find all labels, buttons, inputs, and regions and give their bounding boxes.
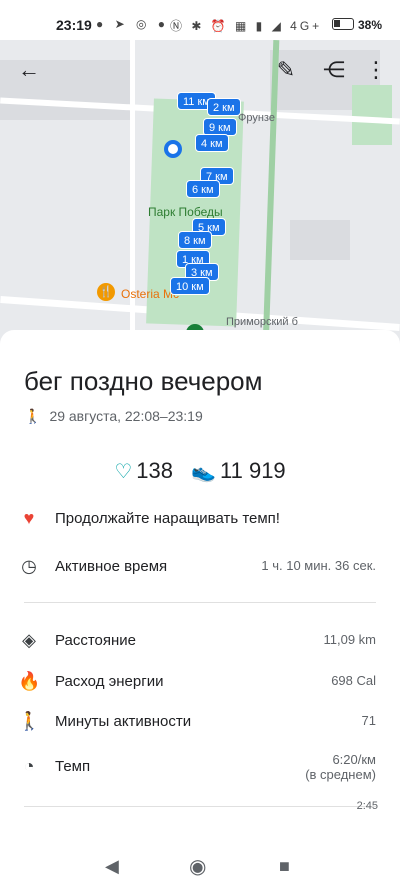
distance-row: ◈ Расстояние 11,09 km — [0, 626, 400, 656]
energy-value: 698 Cal — [331, 673, 376, 688]
divider — [24, 602, 376, 603]
system-nav-bar: ◀ ◉ ■ — [0, 848, 400, 889]
energy-row: 🔥 Расход энергии 698 Cal — [0, 667, 400, 697]
energy-label: Расход энергии — [55, 673, 164, 690]
pace-value-text: 6:20/км — [332, 752, 376, 767]
notification-icons: ● ➤ ◎ ● — [96, 17, 170, 31]
nav-recents-icon[interactable]: ■ — [279, 856, 290, 877]
km-marker: 8 км — [178, 231, 212, 249]
walker-icon: 🚶 — [24, 408, 42, 424]
active-time-label: Активное время — [55, 558, 168, 575]
km-marker: 10 км — [170, 277, 210, 295]
fit-logo-icon: ♥ — [23, 508, 35, 528]
flame-icon: 🔥 — [18, 671, 41, 691]
nav-home-icon[interactable]: ◉ — [189, 854, 206, 879]
map-park-area — [352, 85, 392, 145]
pace-value: 6:20/км (в среднем) — [305, 752, 376, 782]
system-icons: Ⓝ ✱ ⏰ ▦ ▮ ◢ 4G+ — [170, 19, 323, 33]
timer-icon: ◷ — [21, 556, 37, 576]
heart-icon: ♡ — [114, 461, 133, 483]
map-road — [262, 40, 280, 345]
shoe-icon: 👟 — [191, 461, 217, 483]
share-icon[interactable]: ⋲ — [320, 56, 348, 84]
battery-icon — [332, 18, 354, 30]
status-bar: 23:19 ● ➤ ◎ ● Ⓝ ✱ ⏰ ▦ ▮ ◢ 4G+ 38% — [0, 0, 400, 40]
location-icon: ◈ — [22, 630, 36, 650]
steps-value: 11 919 — [220, 458, 286, 483]
heart-points-value: 138 — [136, 458, 173, 483]
map-block — [290, 220, 350, 260]
activity-details-sheet[interactable]: бег поздно вечером 🚶 29 августа, 22:08–23… — [0, 330, 400, 850]
back-arrow-icon[interactable]: ← — [15, 56, 43, 84]
tip-row[interactable]: ♥ Продолжайте наращивать темп! — [0, 504, 400, 534]
tip-label: Продолжайте наращивать темп! — [55, 510, 280, 527]
activity-date: 29 августа, 22:08–23:19 — [49, 408, 203, 424]
move-minutes-label: Минуты активности — [55, 713, 192, 730]
heart-points-stat: ♡ 138 — [114, 458, 173, 484]
activity-stats: ♡ 138 👟 11 919 — [0, 458, 400, 484]
active-time-value: 1 ч. 10 мин. 36 сек. — [261, 558, 376, 573]
move-minutes-value: 71 — [361, 713, 376, 728]
route-start-marker — [164, 140, 182, 158]
steps-stat: 👟 11 919 — [191, 458, 286, 484]
restaurant-icon[interactable]: 🍴 — [97, 283, 115, 301]
activity-title: бег поздно вечером — [24, 366, 263, 396]
park-label: Парк Победы — [148, 205, 223, 219]
battery-percent: 38% — [358, 18, 383, 32]
distance-value: 11,09 km — [323, 632, 376, 647]
chart-baseline — [24, 806, 376, 807]
pace-note: (в среднем) — [305, 767, 376, 782]
km-marker: 2 км — [207, 98, 241, 116]
street-label-top: Фрунзе — [238, 112, 275, 124]
status-time: 23:19 — [56, 17, 92, 33]
street-label-bottom: Приморский б — [226, 316, 298, 328]
network-type: 4G+ — [290, 19, 323, 33]
distance-label: Расстояние — [55, 632, 137, 649]
chart-tick-label: 2:45 — [356, 800, 378, 812]
walking-icon: 🚶 — [18, 711, 41, 731]
route-map[interactable]: Фрунзе Приморский б Парк Победы 🍴 Osteri… — [0, 40, 400, 345]
speedometer-icon: ◔ — [23, 756, 35, 776]
active-time-row: ◷ Активное время 1 ч. 10 мин. 36 сек. — [0, 552, 400, 582]
pace-row: ◔ Темп 6:20/км (в среднем) — [0, 752, 400, 792]
move-minutes-row: 🚶 Минуты активности 71 — [0, 707, 400, 737]
edit-pencil-icon[interactable]: ✎ — [272, 56, 300, 84]
activity-subtitle: 🚶 29 августа, 22:08–23:19 — [24, 408, 203, 425]
km-marker: 4 км — [195, 134, 229, 152]
more-vert-icon[interactable]: ⋮ — [362, 56, 390, 84]
pace-label: Темп — [55, 758, 91, 775]
nav-back-icon[interactable]: ◀ — [105, 856, 119, 877]
km-marker: 6 км — [186, 180, 220, 198]
